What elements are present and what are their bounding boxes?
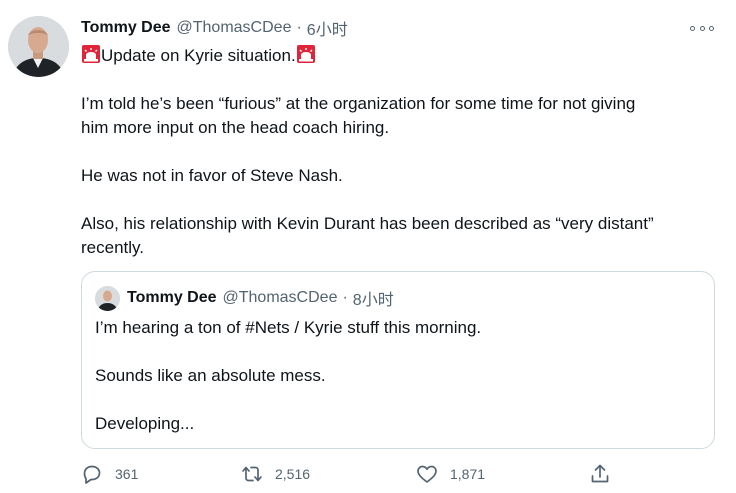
retweet-count: 2,516 [275,466,311,482]
tweet-line-4: He was not in favor of Steve Nash. [81,166,343,185]
quoted-avatar[interactable] [95,286,120,311]
action-bar: 361 2,516 1,871 [80,462,620,486]
quoted-header: Tommy Dee @ThomasCDee · 8小时 [127,287,394,309]
tweet-line-5: Also, his relationship with Kevin Durant… [81,214,654,233]
quoted-author-handle[interactable]: @ThomasCDee [223,289,338,307]
quoted-author-name[interactable]: Tommy Dee [127,289,217,307]
share-icon [591,464,609,483]
tweet-line-6: recently. [81,238,144,257]
more-horizontal-icon[interactable] [690,20,714,36]
siren-emoji-icon [296,45,315,63]
separator-dot: · [296,19,302,36]
tweet-line-1-text: Update on Kyrie situation. [101,46,296,65]
siren-emoji-icon [82,45,100,63]
quoted-timestamp[interactable]: 8小时 [353,286,394,310]
separator-dot: · [342,289,348,306]
tweet-line-1: Update on Kyrie situation. [81,44,721,68]
retweet-button[interactable]: 2,516 [240,462,310,486]
quoted-line-1: I’m hearing a ton of #Nets / Kyrie stuff… [95,318,482,337]
tweet-line-2: I’m told he’s been “furious” at the orga… [81,94,636,113]
reply-button[interactable]: 361 [80,462,138,486]
quoted-line-3: Developing... [95,414,195,433]
like-button[interactable]: 1,871 [415,462,485,486]
tweet-line-3: him more input on the head coach hiring. [81,118,390,137]
retweet-icon [242,466,262,482]
quoted-text: I’m hearing a ton of #Nets / Kyrie stuff… [95,316,481,436]
reply-count: 361 [115,466,139,482]
tweet[interactable]: Tommy Dee @ThomasCDee · 6小时 Update on Ky… [0,0,736,493]
avatar[interactable] [8,16,69,77]
heart-icon [417,465,437,483]
quoted-tweet[interactable]: Tommy Dee @ThomasCDee · 8小时 I’m hearing … [81,271,715,449]
tweet-text: Update on Kyrie situation. I’m told he’s… [81,44,721,260]
share-button[interactable] [588,462,612,486]
author-name[interactable]: Tommy Dee [81,19,171,37]
like-count: 1,871 [450,466,486,482]
timestamp[interactable]: 6小时 [307,16,348,40]
author-handle[interactable]: @ThomasCDee [177,19,292,37]
reply-icon [83,465,101,484]
tweet-header: Tommy Dee @ThomasCDee · 6小时 [81,17,348,39]
quoted-line-2: Sounds like an absolute mess. [95,366,326,385]
